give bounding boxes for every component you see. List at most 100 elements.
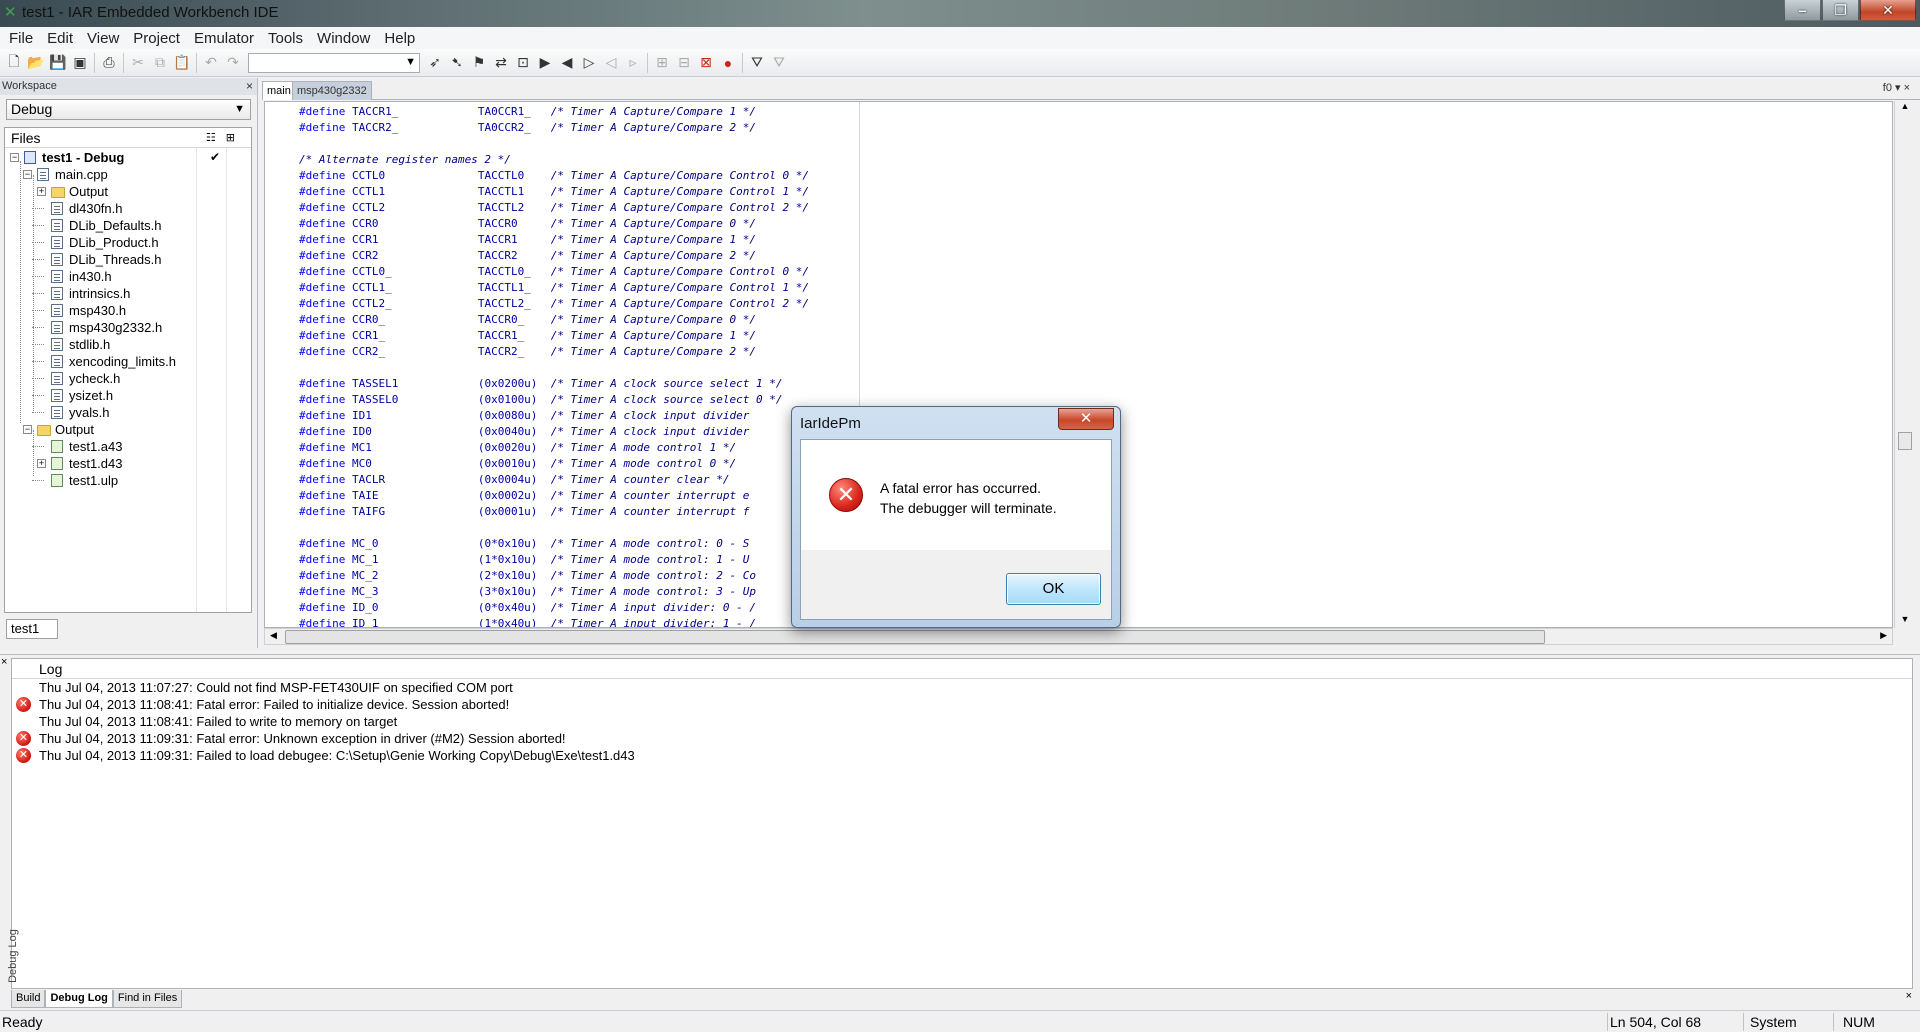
- tree-item[interactable]: xencoding_limits.h: [5, 353, 251, 370]
- breakpoint-icon[interactable]: ●: [717, 52, 739, 74]
- code-value: (0*0x40u): [477, 601, 551, 614]
- tree-item[interactable]: + Output: [5, 183, 251, 200]
- make-icon[interactable]: ⊟: [673, 52, 695, 74]
- nav-back-icon[interactable]: ◁: [600, 52, 622, 74]
- maximize-button[interactable]: ❐: [1822, 0, 1859, 21]
- expand-icon[interactable]: +: [37, 459, 46, 468]
- tab-controls[interactable]: f0 ▾ ×: [1883, 81, 1910, 94]
- obj-icon: [51, 474, 63, 487]
- configuration-select[interactable]: Debug ▼: [6, 99, 251, 120]
- code-identifier: CCTL0_: [351, 265, 478, 278]
- log-entry[interactable]: Thu Jul 04, 2013 11:07:27: Could not fin…: [12, 679, 1912, 696]
- tree-item[interactable]: DLib_Product.h: [5, 234, 251, 251]
- scroll-left-icon[interactable]: ◀: [270, 630, 277, 641]
- tree-item[interactable]: ycheck.h: [5, 370, 251, 387]
- undo-icon[interactable]: ↶: [200, 52, 222, 74]
- tree-item[interactable]: + test1.d43: [5, 455, 251, 472]
- close-icon[interactable]: ×: [246, 78, 253, 95]
- editor-horizontal-scrollbar[interactable]: ◀ ▶: [264, 628, 1893, 645]
- next-bookmark-icon[interactable]: ▷: [578, 52, 600, 74]
- menu-tools[interactable]: Tools: [261, 30, 310, 47]
- close-icon[interactable]: ×: [1, 656, 7, 668]
- save-all-icon[interactable]: ▣: [69, 52, 91, 74]
- ok-button[interactable]: OK: [1006, 573, 1101, 605]
- tree-item[interactable]: in430.h: [5, 268, 251, 285]
- tab-build[interactable]: Build: [11, 990, 46, 1008]
- toggle-bookmark-icon[interactable]: ➶: [424, 52, 446, 74]
- menu-window[interactable]: Window: [310, 30, 377, 47]
- tree-item[interactable]: ysizet.h: [5, 387, 251, 404]
- tree-item[interactable]: − Output: [5, 421, 251, 438]
- bookmark-icon[interactable]: ▶: [534, 52, 556, 74]
- log-entry[interactable]: ✕ Thu Jul 04, 2013 11:09:31: Fatal error:…: [12, 730, 1912, 747]
- prev-bookmark-icon[interactable]: ◀: [556, 52, 578, 74]
- copy-icon[interactable]: ⧉: [149, 52, 171, 74]
- menu-help[interactable]: Help: [377, 30, 422, 47]
- expand-icon[interactable]: +: [37, 187, 46, 196]
- tree-item[interactable]: dl430fn.h: [5, 200, 251, 217]
- close-window-button[interactable]: ✕: [1860, 0, 1916, 21]
- nav-forward-icon[interactable]: ▹: [622, 52, 644, 74]
- minimize-button[interactable]: –: [1784, 0, 1821, 21]
- tree-item[interactable]: test1.ulp: [5, 472, 251, 489]
- new-file-icon[interactable]: 🗋: [3, 52, 25, 74]
- tree-item[interactable]: − test1 - Debug ✔: [5, 149, 251, 166]
- save-icon[interactable]: 💾: [47, 52, 69, 74]
- code-line: #define TAIFG (0x0001u) /* Timer A count…: [299, 504, 809, 520]
- menu-edit[interactable]: Edit: [40, 30, 80, 47]
- tab-msp430g2332[interactable]: msp430g2332: [292, 81, 372, 100]
- find-combo[interactable]: ▼: [248, 52, 420, 73]
- goto-icon[interactable]: ⊡: [512, 52, 534, 74]
- debug-without-download-icon[interactable]: ⛛: [768, 52, 790, 74]
- log-entry[interactable]: ✕ Thu Jul 04, 2013 11:08:41: Fatal error:…: [12, 696, 1912, 713]
- stop-build-icon[interactable]: ⊠: [695, 52, 717, 74]
- workspace-tab-test1[interactable]: test1: [6, 619, 58, 639]
- close-icon[interactable]: ×: [1906, 990, 1912, 1002]
- code-identifier: ID1: [351, 409, 478, 422]
- menu-view[interactable]: View: [80, 30, 126, 47]
- tab-debug-log[interactable]: Debug Log: [45, 990, 113, 1008]
- menu-file[interactable]: File: [2, 30, 40, 47]
- tab-find-in-files[interactable]: Find in Files: [112, 990, 183, 1008]
- tree-item[interactable]: stdlib.h: [5, 336, 251, 353]
- tree-item[interactable]: msp430g2332.h: [5, 319, 251, 336]
- scrollbar-thumb[interactable]: [1898, 432, 1912, 450]
- collapse-icon[interactable]: −: [10, 153, 19, 162]
- compile-icon[interactable]: ⊞: [651, 52, 673, 74]
- tab-main[interactable]: main: [262, 81, 296, 100]
- menu-project[interactable]: Project: [126, 30, 187, 47]
- files-column-header: Files ☷⊞: [5, 128, 251, 148]
- log-entry[interactable]: Thu Jul 04, 2013 11:08:41: Failed to wri…: [12, 713, 1912, 730]
- scrollbar-thumb[interactable]: [285, 630, 1545, 644]
- download-debug-icon[interactable]: ⛛: [746, 52, 768, 74]
- print-icon[interactable]: ⎙: [98, 52, 120, 74]
- dialog-close-button[interactable]: ✕: [1058, 408, 1114, 430]
- editor-vertical-scrollbar[interactable]: ▲ ▼: [1894, 101, 1914, 628]
- cut-icon[interactable]: ✂: [127, 52, 149, 74]
- scroll-down-icon[interactable]: ▼: [1895, 614, 1915, 628]
- collapse-icon[interactable]: −: [23, 170, 32, 179]
- scroll-right-icon[interactable]: ▶: [1880, 630, 1887, 641]
- scroll-up-icon[interactable]: ▲: [1895, 101, 1915, 115]
- tree-item[interactable]: DLib_Defaults.h: [5, 217, 251, 234]
- code-value: TACCR2_: [477, 345, 551, 358]
- tree-item[interactable]: yvals.h: [5, 404, 251, 421]
- code-line: #define MC_1 (1*0x10u) /* Timer A mode c…: [299, 552, 809, 568]
- paste-icon[interactable]: 📋: [171, 52, 193, 74]
- tree-item[interactable]: msp430.h: [5, 302, 251, 319]
- find-icon[interactable]: ⚑: [468, 52, 490, 74]
- tree-item[interactable]: DLib_Threads.h: [5, 251, 251, 268]
- find-next-icon[interactable]: ➷: [446, 52, 468, 74]
- log-entry[interactable]: ✕ Thu Jul 04, 2013 11:09:31: Failed to lo…: [12, 747, 1912, 764]
- collapse-icon[interactable]: −: [23, 425, 32, 434]
- tree-item[interactable]: test1.a43: [5, 438, 251, 455]
- replace-icon[interactable]: ⇄: [490, 52, 512, 74]
- code-value: TACCTL2_: [477, 297, 551, 310]
- column-options-icon[interactable]: ☷⊞: [206, 128, 245, 148]
- menu-emulator[interactable]: Emulator: [187, 30, 261, 47]
- tree-item[interactable]: intrinsics.h: [5, 285, 251, 302]
- open-file-icon[interactable]: 📂: [25, 52, 47, 74]
- tree-item[interactable]: − main.cpp: [5, 166, 251, 183]
- redo-icon[interactable]: ↷: [222, 52, 244, 74]
- code-line: #define ID0 (0x0040u) /* Timer A clock i…: [299, 424, 809, 440]
